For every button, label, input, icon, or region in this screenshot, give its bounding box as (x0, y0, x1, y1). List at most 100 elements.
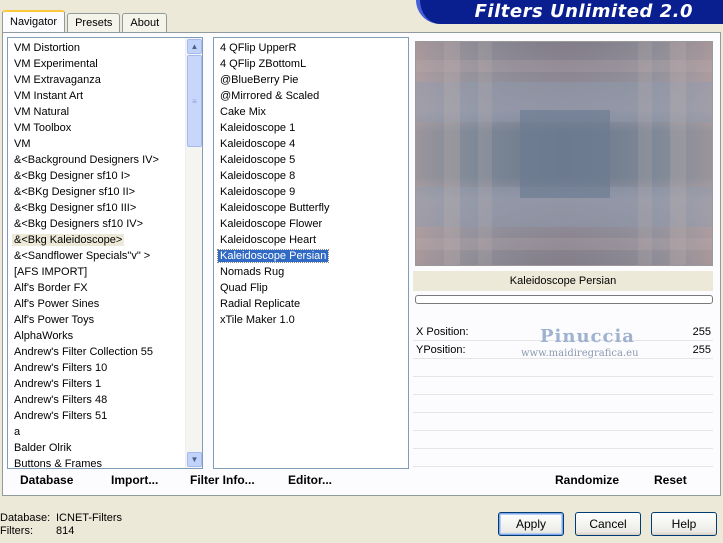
randomize-button[interactable]: Randomize (555, 473, 619, 487)
filter-item[interactable]: 4 QFlip UpperR (214, 40, 331, 56)
category-item[interactable]: a (8, 424, 161, 440)
filter-info-button[interactable]: Filter Info... (190, 473, 255, 487)
category-item-label: &<Bkg Designers sf10 IV> (14, 218, 144, 230)
filter-list: 4 QFlip UpperR 4 QFlip ZBottomL @BlueBerry… (214, 40, 331, 328)
scroll-down-icon[interactable]: ▼ (187, 452, 202, 467)
filter-item[interactable]: @BlueBerry Pie (214, 72, 331, 88)
category-item-label: Andrew's Filters 48 (14, 394, 108, 406)
category-item-label: VM Extravaganza (14, 74, 101, 86)
category-item[interactable]: [AFS IMPORT] (8, 264, 161, 280)
category-item-label: VM Experimental (14, 58, 98, 70)
category-item-label: Andrew's Filters 1 (14, 378, 102, 390)
import-button[interactable]: Import... (111, 473, 158, 487)
category-item[interactable]: VM Experimental (8, 56, 161, 72)
filter-item[interactable]: xTile Maker 1.0 (214, 312, 331, 328)
cancel-button[interactable]: Cancel (575, 512, 641, 536)
filter-item[interactable]: 4 QFlip ZBottomL (214, 56, 331, 72)
category-item[interactable]: VM Instant Art (8, 88, 161, 104)
category-item-label: &<BKg Designer sf10 II> (14, 186, 136, 198)
scroll-up-icon[interactable]: ▲ (187, 39, 202, 54)
category-item[interactable]: VM (8, 136, 161, 152)
category-item-label: Alf's Border FX (14, 282, 88, 294)
filter-item[interactable]: Kaleidoscope 4 (214, 136, 331, 152)
filter-item-label: Cake Mix (220, 106, 266, 118)
category-item-label: VM (14, 138, 31, 150)
category-item-label: Balder Olrik (14, 442, 72, 454)
category-item[interactable]: Balder Olrik (8, 440, 161, 456)
category-item[interactable]: &<BKg Designer sf10 II> (8, 184, 161, 200)
apply-button[interactable]: Apply (498, 512, 564, 536)
filter-item[interactable]: Kaleidoscope Flower (214, 216, 331, 232)
filter-item-label: Radial Replicate (220, 298, 301, 310)
category-item-label: Buttons & Frames (14, 458, 103, 469)
filter-item[interactable]: Kaleidoscope Persian (214, 248, 331, 264)
database-button[interactable]: Database (20, 473, 73, 487)
category-list: VM Distortion VM Experimental VM Extravaga… (8, 40, 161, 469)
filter-item-label: Kaleidoscope Flower (220, 218, 323, 230)
category-item-label: VM Toolbox (14, 122, 72, 134)
filter-item[interactable]: @Mirrored & Scaled (214, 88, 331, 104)
category-item[interactable]: VM Extravaganza (8, 72, 161, 88)
filter-item[interactable]: Nomads Rug (214, 264, 331, 280)
status-database-value: ICNET-Filters (56, 512, 122, 524)
progress-bar (415, 295, 713, 304)
category-item-label: &<Background Designers IV> (14, 154, 159, 166)
filter-item[interactable]: Kaleidoscope Butterfly (214, 200, 331, 216)
tab-bar: Navigator Presets About (2, 8, 169, 32)
category-item-label: Alf's Power Toys (14, 314, 95, 326)
filter-item[interactable]: Kaleidoscope Heart (214, 232, 331, 248)
category-scrollbar[interactable]: ▲ ≡ ▼ (185, 38, 202, 468)
category-item[interactable]: &<Bkg Kaleidoscope> (8, 232, 161, 248)
reset-button[interactable]: Reset (654, 473, 687, 487)
filter-item-label: Kaleidoscope 8 (220, 170, 296, 182)
filter-item-label: Kaleidoscope 1 (220, 122, 296, 134)
param-value: 255 (692, 344, 711, 356)
category-item[interactable]: Andrew's Filters 51 (8, 408, 161, 424)
filter-item[interactable]: Kaleidoscope 1 (214, 120, 331, 136)
category-item[interactable]: Buttons & Frames (8, 456, 161, 469)
param-value: 255 (692, 326, 711, 338)
filter-item[interactable]: Quad Flip (214, 280, 331, 296)
category-listbox[interactable]: VM Distortion VM Experimental VM Extravaga… (7, 37, 203, 469)
filter-item[interactable]: Kaleidoscope 8 (214, 168, 331, 184)
category-item[interactable]: &<Bkg Designer sf10 I> (8, 168, 161, 184)
category-item[interactable]: VM Toolbox (8, 120, 161, 136)
category-item[interactable]: Andrew's Filters 48 (8, 392, 161, 408)
filter-item[interactable]: Kaleidoscope 5 (214, 152, 331, 168)
tab-navigator[interactable]: Navigator (2, 10, 66, 32)
param-empty-row (413, 432, 713, 449)
app-title: Filters Unlimited 2.0 (474, 1, 693, 22)
category-item-label: &<Bkg Kaleidoscope> (12, 234, 125, 246)
filter-listbox[interactable]: 4 QFlip UpperR 4 QFlip ZBottomL @BlueBerry… (213, 37, 409, 469)
category-item[interactable]: &<Sandflower Specials"v" > (8, 248, 161, 264)
category-item[interactable]: &<Background Designers IV> (8, 152, 161, 168)
category-item[interactable]: Andrew's Filter Collection 55 (8, 344, 161, 360)
category-item[interactable]: VM Distortion (8, 40, 161, 56)
category-item-label: VM Instant Art (14, 90, 84, 102)
tab-about[interactable]: About (122, 13, 168, 32)
tab-presets[interactable]: Presets (67, 13, 121, 32)
category-item[interactable]: Alf's Border FX (8, 280, 161, 296)
category-item-label: &<Bkg Designer sf10 III> (14, 202, 137, 214)
category-item[interactable]: &<Bkg Designers sf10 IV> (8, 216, 161, 232)
param-label: X Position: (416, 326, 469, 338)
help-button[interactable]: Help (651, 512, 717, 536)
category-item[interactable]: Andrew's Filters 1 (8, 376, 161, 392)
category-item-label: VM Natural (14, 106, 70, 118)
filter-item[interactable]: Cake Mix (214, 104, 331, 120)
category-item[interactable]: Alf's Power Sines (8, 296, 161, 312)
editor-button[interactable]: Editor... (288, 473, 332, 487)
filter-item[interactable]: Kaleidoscope 9 (214, 184, 331, 200)
filter-item[interactable]: Radial Replicate (214, 296, 331, 312)
category-item[interactable]: &<Bkg Designer sf10 III> (8, 200, 161, 216)
watermark-url: www.maidiregrafica.eu (521, 348, 639, 359)
status-database-label: Database: (0, 512, 51, 524)
category-item[interactable]: Alf's Power Toys (8, 312, 161, 328)
scroll-thumb[interactable]: ≡ (187, 55, 202, 147)
category-item-label: Andrew's Filter Collection 55 (14, 346, 154, 358)
category-item[interactable]: AlphaWorks (8, 328, 161, 344)
category-item[interactable]: VM Natural (8, 104, 161, 120)
category-item[interactable]: Andrew's Filters 10 (8, 360, 161, 376)
param-empty-row (413, 360, 713, 377)
param-empty-row (413, 414, 713, 431)
